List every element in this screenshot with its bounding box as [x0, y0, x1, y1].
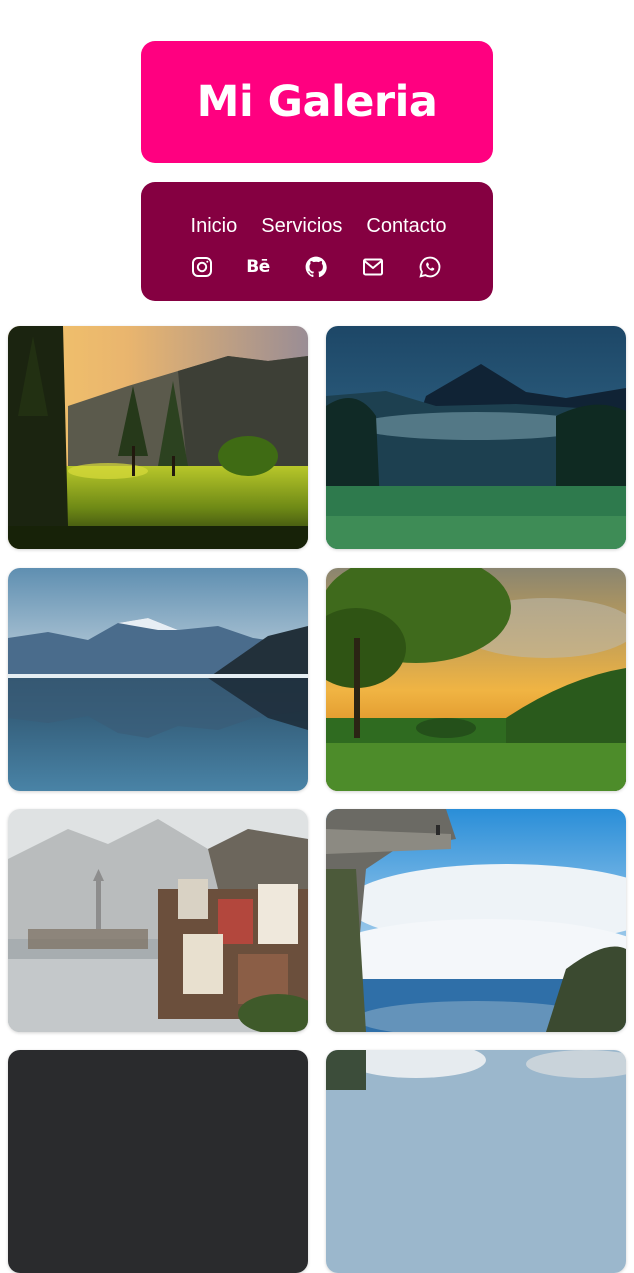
gallery-photo-lake[interactable] [8, 568, 308, 791]
nav-link-inicio[interactable]: Inicio [191, 215, 238, 237]
instagram-icon[interactable] [189, 254, 215, 280]
mail-icon[interactable] [360, 254, 386, 280]
nav-link-servicios[interactable]: Servicios [261, 215, 342, 237]
nav-link-contacto[interactable]: Contacto [366, 215, 446, 237]
social-icons: Bē [189, 254, 449, 280]
whatsapp-icon[interactable] [417, 254, 443, 280]
gallery-photo-forest[interactable] [8, 326, 308, 549]
site-header: Mi Galeria [141, 41, 493, 163]
gallery-photo-volcano[interactable] [326, 326, 626, 549]
gallery-photo-dark[interactable] [8, 1050, 308, 1273]
gallery-photo-clouds[interactable] [326, 1050, 626, 1273]
github-icon[interactable] [303, 254, 329, 280]
gallery-photo-tree-valley[interactable] [326, 568, 626, 791]
gallery-photo-village[interactable] [8, 809, 308, 1032]
gallery-photo-cliff[interactable] [326, 809, 626, 1032]
nav-links: Inicio Servicios Contacto [141, 215, 493, 237]
site-title: Mi Galeria [196, 77, 438, 127]
behance-icon[interactable]: Bē [245, 254, 271, 280]
nav-panel: Inicio Servicios Contacto Bē [141, 182, 493, 301]
